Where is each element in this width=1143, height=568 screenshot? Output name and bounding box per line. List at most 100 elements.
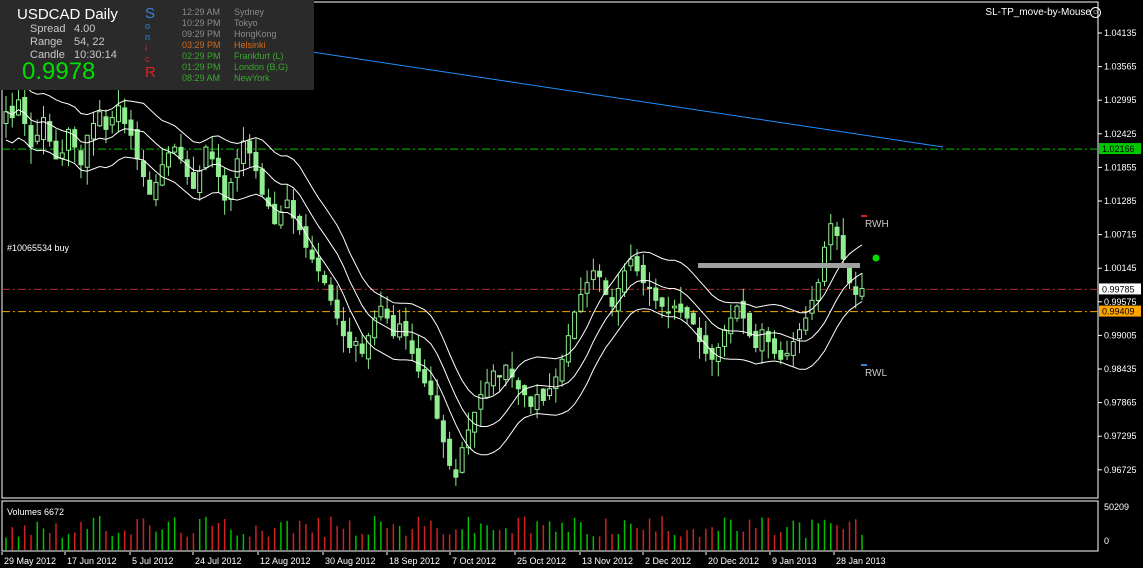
candle-body bbox=[453, 469, 459, 478]
ma-line bbox=[5, 109, 863, 427]
candle-body bbox=[759, 329, 765, 352]
candle-body bbox=[540, 388, 546, 402]
symbol-timeframe: USDCAD Daily bbox=[17, 6, 118, 23]
candle-body bbox=[72, 129, 78, 148]
source-letter: i bbox=[145, 43, 147, 53]
price-tag-label: 0.99785 bbox=[1102, 284, 1135, 294]
candle-body bbox=[753, 330, 759, 348]
current-price-marker[interactable] bbox=[872, 254, 880, 262]
candle-body bbox=[528, 396, 534, 407]
session-city: Sydney bbox=[234, 7, 265, 17]
candle-body bbox=[128, 119, 134, 136]
candle-body bbox=[15, 99, 21, 116]
smiley-icon: ☺ bbox=[1090, 7, 1101, 18]
time-axis: 29 May 2012 17 Jun 2012 5 Jul 2012 24 Jul 2… bbox=[1, 552, 886, 566]
rwh-marker bbox=[861, 215, 867, 217]
candle-body bbox=[209, 151, 215, 160]
candle-body bbox=[797, 329, 803, 340]
candle-body bbox=[203, 146, 209, 169]
candle-body bbox=[253, 151, 259, 172]
x-tick-label: 2 Dec 2012 bbox=[645, 556, 691, 566]
rwl-marker bbox=[861, 364, 867, 366]
candle-body bbox=[97, 111, 103, 127]
x-tick-label: 28 Jan 2013 bbox=[836, 556, 886, 566]
candle-body bbox=[840, 235, 846, 260]
y-tick-label: 0.98435 bbox=[1104, 364, 1137, 374]
source-letter: o bbox=[145, 21, 151, 31]
candle-body bbox=[747, 312, 753, 337]
candle-body bbox=[228, 181, 234, 200]
candle-body bbox=[447, 438, 453, 466]
candle-body bbox=[590, 270, 596, 281]
candle-body bbox=[178, 146, 184, 160]
candle-body bbox=[347, 331, 353, 348]
range-label: Range bbox=[30, 36, 63, 48]
candle-body bbox=[90, 122, 96, 140]
candle-body bbox=[353, 341, 359, 346]
support-zone bbox=[698, 263, 860, 268]
candle-body bbox=[190, 172, 196, 189]
candle-body bbox=[634, 256, 640, 272]
ea-label: SL-TP_move-by-Mouse bbox=[985, 7, 1091, 18]
candle-body bbox=[678, 303, 684, 313]
candle-body bbox=[734, 305, 740, 319]
candle-body bbox=[240, 140, 246, 164]
candle-body bbox=[428, 380, 434, 396]
candle-body bbox=[547, 388, 553, 397]
session-time: 09:29 PM bbox=[182, 29, 221, 39]
volume-tick-label: 0 bbox=[1104, 536, 1109, 546]
candle-body bbox=[334, 299, 340, 319]
session-time: 12:29 AM bbox=[182, 7, 221, 17]
candle-body bbox=[259, 168, 265, 195]
session-city: Helsinki bbox=[234, 40, 266, 50]
info-panel: USDCAD Daily Spread 4.00 Range 54, 22 Ca… bbox=[0, 0, 314, 90]
candle-body bbox=[284, 199, 290, 209]
candle-body bbox=[78, 150, 84, 166]
candle-body bbox=[434, 395, 440, 419]
y-tick-label: 1.03565 bbox=[1104, 62, 1137, 72]
candle-body bbox=[534, 394, 540, 411]
candle-body bbox=[59, 152, 65, 159]
candle-body bbox=[115, 105, 121, 123]
y-tick-label: 0.97295 bbox=[1104, 431, 1137, 441]
candle-body bbox=[653, 287, 659, 301]
candle-body bbox=[165, 152, 171, 168]
candle-body bbox=[134, 129, 140, 160]
candle-body bbox=[415, 348, 421, 372]
candle-body bbox=[559, 358, 565, 382]
y-tick-label: 1.00715 bbox=[1104, 230, 1137, 240]
spread-label: Spread bbox=[30, 23, 66, 35]
candle-body bbox=[140, 160, 146, 178]
candle-body bbox=[384, 308, 390, 319]
candle-body bbox=[84, 134, 90, 168]
x-tick-label: 24 Jul 2012 bbox=[195, 556, 242, 566]
x-tick-label: 18 Sep 2012 bbox=[389, 556, 440, 566]
candle-body bbox=[665, 311, 671, 314]
candle-body bbox=[834, 226, 840, 236]
candle-body bbox=[784, 352, 790, 357]
candles bbox=[3, 83, 865, 486]
candle-body bbox=[672, 305, 678, 309]
candle-body bbox=[503, 364, 509, 381]
candle-body bbox=[322, 274, 328, 284]
candle-body bbox=[497, 375, 503, 378]
y-tick-label: 1.04135 bbox=[1104, 28, 1137, 38]
y-tick-label: 1.02995 bbox=[1104, 95, 1137, 105]
candle-body bbox=[715, 346, 721, 362]
y-tick-label: 1.01855 bbox=[1104, 162, 1137, 172]
price-tag-label: 1.02166 bbox=[1102, 144, 1135, 154]
candle-body bbox=[478, 394, 484, 410]
ma-band-line bbox=[5, 137, 863, 456]
y-tick-label: 0.97865 bbox=[1104, 398, 1137, 408]
candle-body bbox=[153, 181, 159, 201]
source-letter: c bbox=[145, 54, 150, 64]
source-letter: S bbox=[145, 5, 156, 22]
candle-body bbox=[572, 311, 578, 339]
candle-body bbox=[778, 350, 784, 360]
candle-body bbox=[409, 340, 415, 354]
candle-body bbox=[9, 105, 15, 119]
candle-body bbox=[859, 288, 865, 297]
candle-body bbox=[28, 125, 34, 148]
candle-body bbox=[315, 257, 321, 272]
order-label[interactable]: #10065534 buy bbox=[7, 243, 70, 253]
